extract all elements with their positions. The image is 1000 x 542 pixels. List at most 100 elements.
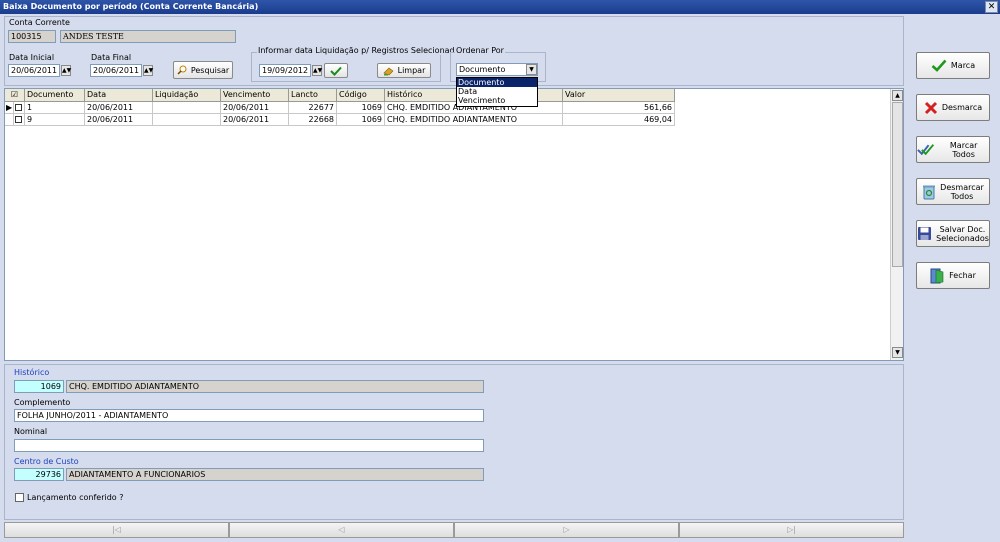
cell-documento: 1 [25, 102, 85, 114]
nominal-label: Nominal [14, 427, 48, 436]
grid-header: ☑ Documento Data Liquidação Vencimento L… [5, 89, 675, 102]
historico-codigo-field[interactable]: 1069 [14, 380, 64, 393]
pesquisar-button[interactable]: Pesquisar [173, 61, 233, 79]
first-record-button[interactable]: |◁ [4, 522, 229, 538]
ordenar-option-data[interactable]: Data [457, 87, 537, 96]
row-checkbox[interactable] [14, 102, 25, 114]
cell-valor: 469,04 [563, 114, 675, 126]
desmarca-label: Desmarca [941, 103, 983, 112]
cell-codigo: 1069 [337, 114, 385, 126]
select-all-checkbox[interactable]: ☑ [5, 89, 25, 102]
ordenar-option-documento[interactable]: Documento [457, 78, 537, 87]
cell-data: 20/06/2011 [85, 114, 153, 126]
cell-liquidacao [153, 102, 221, 114]
cell-codigo: 1069 [337, 102, 385, 114]
col-vencimento[interactable]: Vencimento [221, 89, 289, 102]
historico-descricao-field: CHQ. EMDITIDO ADIANTAMENTO [66, 380, 484, 393]
row-indicator-icon [5, 114, 14, 126]
centro-custo-codigo-field[interactable]: 29736 [14, 468, 64, 481]
check-icon [931, 59, 947, 72]
conferido-checkbox[interactable] [15, 493, 24, 502]
magnifier-icon [177, 65, 187, 75]
ordenar-selected-value: Documento [459, 65, 506, 74]
marca-button[interactable]: Marca [916, 52, 990, 79]
window-title: Baixa Documento por período (Conta Corre… [3, 2, 259, 11]
fechar-button[interactable]: Fechar [916, 262, 990, 289]
close-icon[interactable]: ✕ [985, 1, 998, 13]
floppy-disk-icon [918, 227, 932, 240]
record-navigator: |◁ ◁ ▷ ▷| [4, 522, 904, 538]
scroll-up-icon[interactable]: ▲ [892, 90, 903, 101]
prev-record-button[interactable]: ◁ [229, 522, 454, 538]
nominal-field[interactable] [14, 439, 484, 452]
marcar-todos-label: Marcar Todos [949, 140, 978, 159]
liquidacao-spin-icon[interactable]: ▲▼ [312, 65, 322, 76]
liquidacao-date-field[interactable]: 19/09/2012 [259, 64, 311, 77]
red-x-icon [924, 101, 937, 114]
data-final-spin-icon[interactable]: ▲▼ [143, 65, 153, 76]
cell-data: 20/06/2011 [85, 102, 153, 114]
conferido-label: Lançamento conferido ? [27, 493, 124, 502]
recycle-bin-icon [923, 185, 936, 199]
table-row[interactable]: ▶ 1 20/06/2011 20/06/2011 22677 1069 CHQ… [5, 102, 675, 114]
conta-codigo-field[interactable]: 100315 [8, 30, 56, 43]
grid-vertical-scrollbar[interactable]: ▲ ▼ [890, 89, 903, 360]
scroll-thumb[interactable] [892, 102, 903, 267]
eraser-icon [383, 67, 394, 75]
salvar-selecionados-label: Salvar Doc. Selecionados [936, 224, 989, 243]
desmarcar-todos-label: Desmarcar Todos [940, 182, 984, 201]
liquidacao-label: Informar data Liquidação p/ Registros Se… [257, 46, 465, 55]
cell-valor: 561,66 [563, 102, 675, 114]
col-valor[interactable]: Valor [563, 89, 675, 102]
marca-label: Marca [950, 61, 976, 70]
cell-documento: 9 [25, 114, 85, 126]
col-liquidacao[interactable]: Liquidação [153, 89, 221, 102]
chevron-down-icon[interactable]: ▼ [526, 64, 537, 75]
row-indicator-icon: ▶ [5, 102, 14, 114]
row-checkbox[interactable] [14, 114, 25, 126]
limpar-button[interactable]: Limpar [377, 63, 431, 78]
check-icon [330, 66, 342, 76]
limpar-label: Limpar [397, 66, 426, 75]
cell-vencimento: 20/06/2011 [221, 114, 289, 126]
salvar-selecionados-button[interactable]: Salvar Doc. Selecionados [916, 220, 990, 247]
centro-custo-descricao-field: ADIANTAMENTO A FUNCIONARIOS [66, 468, 484, 481]
col-codigo[interactable]: Código [337, 89, 385, 102]
marcar-todos-button[interactable]: Marcar Todos [916, 136, 990, 163]
col-documento[interactable]: Documento [25, 89, 85, 102]
pesquisar-label: Pesquisar [190, 65, 230, 75]
centro-custo-label: Centro de Custo [14, 457, 79, 466]
confirmar-liquidacao-button[interactable] [324, 63, 348, 78]
data-inicial-spin-icon[interactable]: ▲▼ [61, 65, 71, 76]
data-final-field[interactable]: 20/06/2011 [90, 64, 142, 77]
table-row[interactable]: 9 20/06/2011 20/06/2011 22668 1069 CHQ. … [5, 114, 675, 126]
ordenar-label: Ordenar Por [455, 46, 505, 55]
desmarca-button[interactable]: Desmarca [916, 94, 990, 121]
ordenar-option-vencimento[interactable]: Vencimento [457, 96, 537, 105]
cell-lancto: 22668 [289, 114, 337, 126]
documentos-grid: ☑ Documento Data Liquidação Vencimento L… [4, 88, 904, 361]
cell-lancto: 22677 [289, 102, 337, 114]
col-lancto[interactable]: Lancto [289, 89, 337, 102]
desmarcar-todos-button[interactable]: Desmarcar Todos [916, 178, 990, 205]
window-title-bar: Baixa Documento por período (Conta Corre… [0, 0, 1000, 14]
next-record-button[interactable]: ▷ [454, 522, 679, 538]
conta-label: Conta Corrente [9, 18, 70, 27]
ordenar-dropdown-list: Documento Data Vencimento [456, 77, 538, 107]
door-exit-icon [930, 268, 944, 283]
conta-nome-field: ANDES TESTE [60, 30, 236, 43]
cell-historico: CHQ. EMDITIDO ADIANTAMENTO [385, 114, 563, 126]
complemento-label: Complemento [14, 398, 71, 407]
historico-label: Histórico [14, 368, 50, 377]
scroll-down-icon[interactable]: ▼ [892, 347, 903, 358]
cell-liquidacao [153, 114, 221, 126]
double-check-icon [917, 144, 935, 156]
last-record-button[interactable]: ▷| [679, 522, 904, 538]
complemento-field[interactable]: FOLHA JUNHO/2011 - ADIANTAMENTO [14, 409, 484, 422]
data-inicial-field[interactable]: 20/06/2011 [8, 64, 60, 77]
data-inicial-label: Data Inicial [9, 53, 55, 62]
col-data[interactable]: Data [85, 89, 153, 102]
data-final-label: Data Final [91, 53, 132, 62]
cell-vencimento: 20/06/2011 [221, 102, 289, 114]
fechar-label: Fechar [949, 271, 976, 280]
